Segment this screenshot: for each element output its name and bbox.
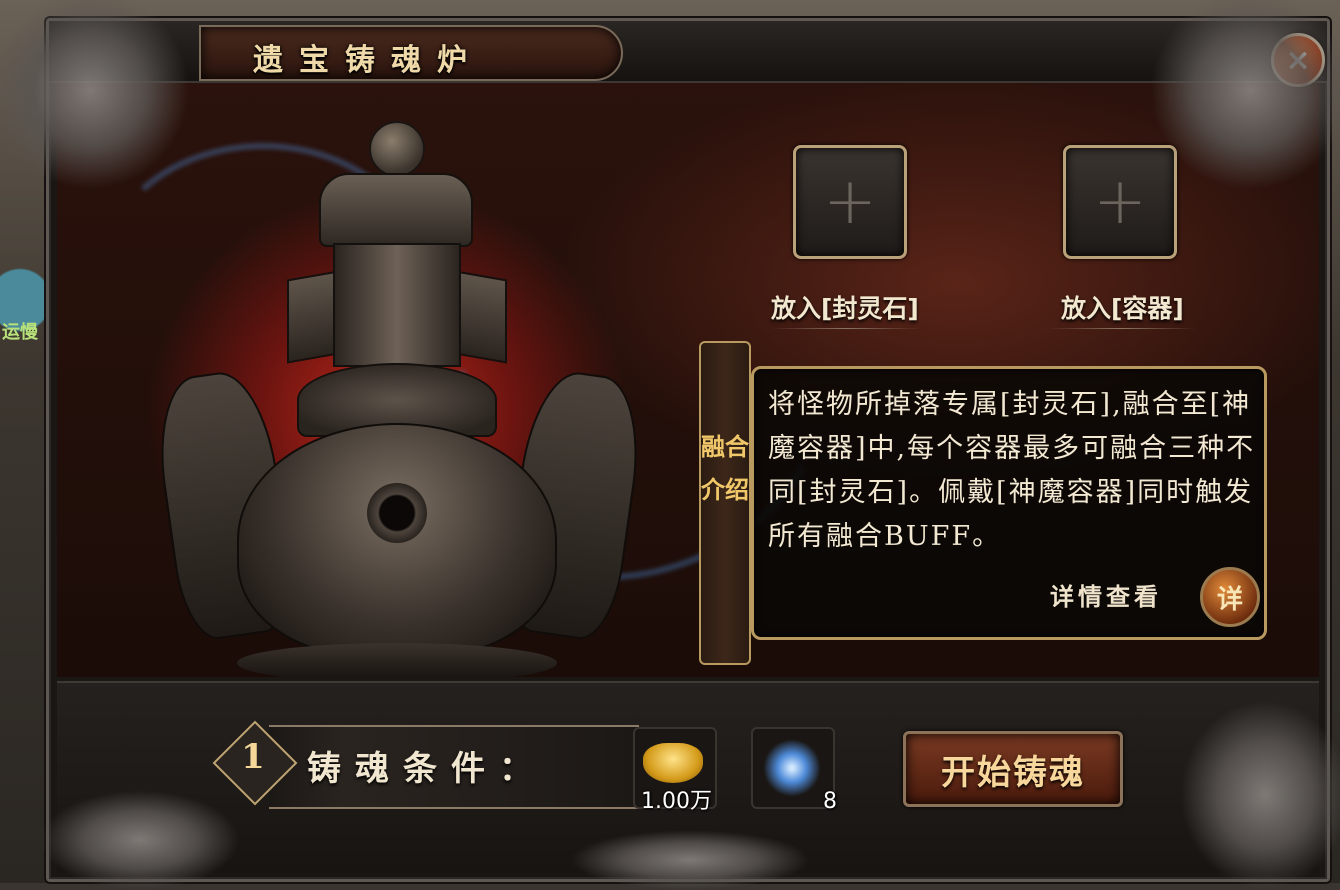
window-title: 遗宝铸魂炉	[253, 43, 483, 78]
title-bar: 遗宝铸魂炉	[49, 21, 1327, 83]
furnace-neck	[333, 243, 461, 367]
furnace-base	[237, 643, 557, 677]
intro-panel: 将怪物所掉落专属[封灵石],融合至[神魔容器]中,每个容器最多可融合三种不同[封…	[751, 366, 1267, 640]
furnace-lid	[319, 173, 473, 247]
furnace-knob	[369, 121, 425, 177]
gold-cost-count: 1.00万	[641, 789, 712, 814]
intro-description: 将怪物所掉落专属[封灵石],融合至[神魔容器]中,每个容器最多可融合三种不同[封…	[768, 389, 1256, 552]
blue-crystal-icon	[763, 739, 821, 797]
dragon-ornament-icon	[40, 790, 240, 890]
seal-stone-slot[interactable]: +	[793, 145, 907, 259]
dragon-ornament-icon	[1150, 0, 1340, 190]
background-side-text: 运慢	[2, 322, 38, 343]
crystal-cost-count: 8	[823, 789, 837, 814]
dragon-ornament-icon	[1180, 700, 1340, 890]
view-details-button[interactable]: 详	[1200, 567, 1260, 627]
plus-icon: +	[823, 165, 877, 239]
dragon-ornament-icon	[570, 830, 810, 890]
intro-tab-label: 融合介绍	[701, 432, 749, 504]
dragon-ornament-icon	[0, 0, 190, 190]
start-forge-button[interactable]: 开始铸魂	[903, 731, 1123, 807]
gold-ingot-icon	[643, 743, 703, 783]
container-slot-label: 放入[容器]	[1061, 294, 1184, 323]
label-divider	[1047, 328, 1197, 329]
plus-icon: +	[1093, 165, 1147, 239]
seal-stone-slot-label: 放入[封灵石]	[771, 294, 919, 323]
furnace-center-ornament	[367, 483, 427, 543]
forge-content-area: + 放入[封灵石] + 放入[容器] 融合介绍 将怪物所掉落专属[封灵石],融合…	[57, 83, 1319, 677]
view-details-label[interactable]: 详情查看	[1050, 577, 1162, 612]
soul-forge-window: 遗宝铸魂炉 + 放入[封灵石] + 放入[容器] 融合介绍 将怪物所掉落专属[封…	[46, 18, 1330, 882]
title-plate: 遗宝铸魂炉	[199, 25, 623, 81]
conditions-label: 铸魂条件：	[307, 749, 547, 789]
forge-furnace-image	[147, 103, 707, 677]
label-divider	[771, 328, 921, 329]
step-number: 1	[241, 737, 265, 777]
intro-tab: 融合介绍	[699, 341, 751, 665]
